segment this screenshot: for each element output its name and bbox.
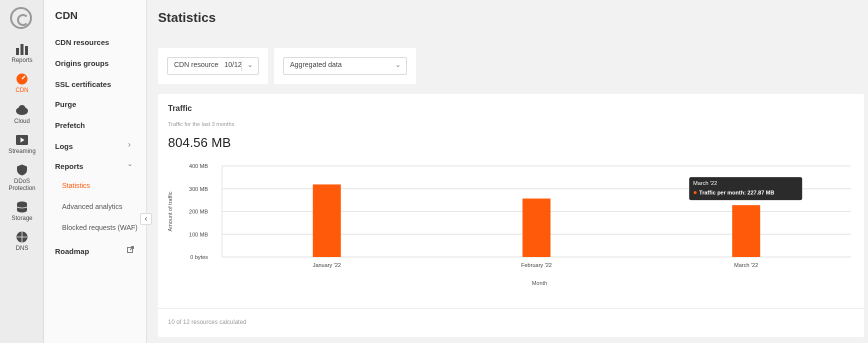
rail-item-streaming[interactable]: Streaming — [0, 134, 44, 156]
rail-item-cdn[interactable]: CDN — [0, 73, 44, 95]
rail-label-streaming: Streaming — [8, 149, 36, 155]
play-icon — [16, 135, 28, 145]
y-tick-label: 300 MB — [189, 187, 208, 193]
cdn-icon — [16, 73, 28, 85]
dns-icon — [16, 231, 28, 243]
collapse-sidebar-button[interactable]: ‹ — [140, 213, 152, 225]
sidebar-item-purge[interactable]: Purge — [55, 100, 76, 109]
bar-2[interactable] — [522, 198, 551, 257]
y-axis-label: Amount of traffic — [168, 191, 174, 231]
resource-filter-panel: CDN resource 10/12 ⌄ — [158, 48, 268, 84]
cdn-sidebar: CDN — [44, 0, 147, 343]
chevron-right-icon[interactable]: › — [128, 140, 131, 149]
rail-item-dns[interactable]: DNS — [0, 231, 44, 253]
page-title: Statistics — [158, 10, 216, 25]
bar-chart-icon — [16, 44, 28, 55]
sidebar-item-blocked-requests[interactable]: Blocked requests (WAF) — [62, 225, 138, 232]
chevron-down-icon: ⌄ — [395, 62, 401, 69]
traffic-total: 804.56 MB — [168, 135, 231, 150]
external-link-icon[interactable] — [127, 246, 134, 253]
cdn-resource-select[interactable]: CDN resource 10/12 ⌄ — [167, 57, 259, 75]
tooltip-title: March '22 — [693, 181, 717, 187]
rail-item-ddos[interactable]: DDoS Protection — [0, 164, 44, 193]
aggregated-data-select[interactable]: Aggregated data ⌄ — [283, 57, 407, 75]
database-icon — [16, 201, 28, 213]
rail-label-storage: Storage — [11, 216, 33, 222]
sidebar-item-statistics[interactable]: Statistics — [62, 183, 90, 190]
y-tick-label: 0 bytes — [190, 255, 208, 261]
rail-label-cloud: Cloud — [14, 119, 30, 125]
rail-item-storage[interactable]: Storage — [0, 201, 44, 223]
icon-rail: Reports CDN Cloud Streaming DDoS Protecti… — [0, 0, 44, 343]
traffic-title: Traffic — [168, 104, 193, 113]
chevron-down-icon[interactable]: ⌄ — [127, 160, 133, 168]
traffic-card: Traffic Traffic for the last 3 months 80… — [158, 94, 864, 337]
sidebar-item-logs[interactable]: Logs — [55, 142, 73, 151]
sidebar-item-ssl-certificates[interactable]: SSL certificates — [55, 80, 111, 89]
rail-label-ddos: DDoS Protection — [8, 179, 36, 192]
y-tick-label: 200 MB — [189, 210, 208, 216]
chevron-down-icon: ⌄ — [247, 62, 253, 69]
resources-calculated-note: 10 of 12 resources calculated — [168, 320, 247, 326]
cdn-resource-label: CDN resource — [174, 62, 219, 69]
sidebar-item-cdn-resources[interactable]: CDN resources — [55, 38, 109, 47]
x-tick-label: March '22 — [734, 263, 758, 269]
cloud-icon — [16, 105, 28, 115]
sidebar-item-origins-groups[interactable]: Origins groups — [55, 59, 109, 68]
bar-1[interactable] — [312, 184, 341, 257]
rail-item-reports[interactable]: Reports — [0, 43, 44, 65]
rail-item-cloud[interactable]: Cloud — [0, 104, 44, 126]
shield-icon — [17, 164, 27, 176]
traffic-subtitle: Traffic for the last 3 months — [168, 122, 235, 128]
x-axis-label: Month — [532, 281, 547, 287]
traffic-bar-chart: 0 bytes 100 MB 200 MB 300 MB 400 MB Amount of… — [168, 164, 851, 287]
rail-label-reports: Reports — [11, 58, 33, 64]
tooltip-marker — [693, 191, 697, 195]
card-divider — [158, 308, 864, 309]
x-tick-label: January '22 — [313, 263, 341, 269]
rail-label-cdn: CDN — [15, 88, 29, 94]
y-tick-label: 100 MB — [189, 232, 208, 238]
logo-icon[interactable] — [10, 7, 32, 29]
sidebar-item-roadmap[interactable]: Roadmap — [55, 247, 89, 256]
aggregated-data-value: Aggregated data — [290, 62, 342, 69]
tooltip-value: Traffic per month: 227.87 MB — [699, 191, 774, 197]
y-tick-label: 400 MB — [189, 164, 208, 170]
bar-3[interactable] — [732, 205, 761, 257]
cdn-resource-count: 10/12 — [224, 62, 242, 69]
sidebar-title: CDN — [55, 10, 78, 22]
rail-label-dns: DNS — [15, 246, 29, 252]
sidebar-item-prefetch[interactable]: Prefetch — [55, 121, 85, 130]
select-divider — [241, 61, 242, 71]
x-tick-label: February '22 — [521, 263, 552, 269]
sidebar-item-advanced-analytics[interactable]: Advanced analytics — [62, 204, 122, 211]
sidebar-item-reports[interactable]: Reports — [55, 162, 83, 171]
data-filter-panel: Aggregated data ⌄ — [274, 48, 416, 84]
